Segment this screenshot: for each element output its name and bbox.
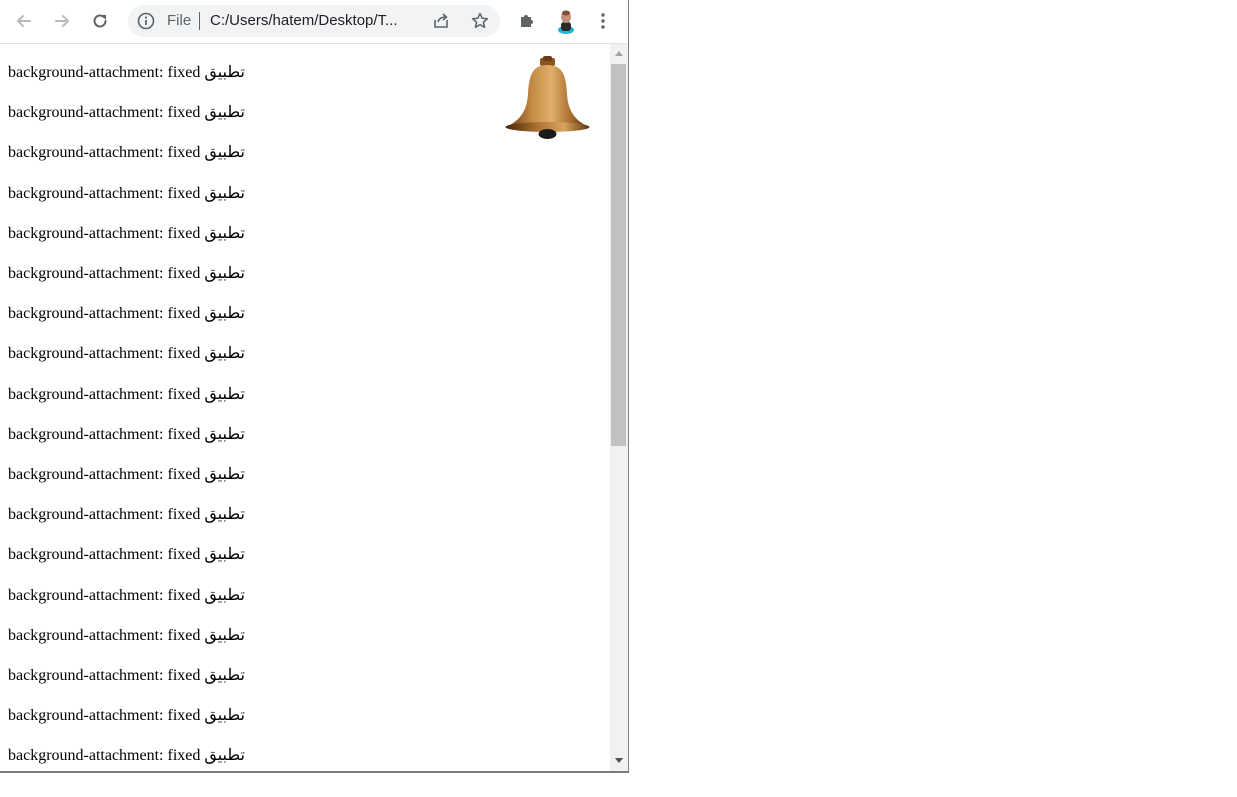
address-bar[interactable]: File C:/Users/hatem/Desktop/T... [128, 5, 500, 37]
arabic-text: تطبيق [204, 626, 245, 644]
text-line: background-attachment: fixed تطبيق [8, 425, 245, 445]
vertical-scrollbar[interactable] [610, 44, 628, 771]
page-content: background-attachment: fixed تطبيق backgr… [0, 44, 610, 771]
text-line: background-attachment: fixed تطبيق [8, 586, 245, 606]
reload-icon [93, 14, 107, 28]
code-text: background-attachment: fixed [8, 747, 201, 765]
omnibox-separator [199, 12, 200, 30]
code-text: background-attachment: fixed [8, 466, 201, 483]
arabic-text: تطبيق [204, 345, 245, 363]
scroll-down-arrow-icon[interactable] [615, 758, 623, 763]
code-text: background-attachment: fixed [8, 345, 201, 363]
info-icon[interactable] [137, 12, 155, 30]
code-text: background-attachment: fixed [8, 144, 201, 162]
arabic-text: تطبيق [204, 265, 245, 282]
code-text: background-attachment: fixed [8, 546, 201, 564]
code-text: background-attachment: fixed [8, 586, 201, 604]
arabic-text: تطبيق [204, 425, 245, 443]
arabic-text: تطبيق [204, 385, 245, 403]
arabic-text: تطبيق [204, 305, 245, 323]
browser-window: File C:/Users/hatem/Desktop/T... backgro… [0, 0, 629, 773]
code-text: background-attachment: fixed [8, 707, 201, 725]
reload-button[interactable] [86, 7, 114, 35]
extensions-button[interactable] [513, 7, 541, 35]
scrollbar-thumb[interactable] [611, 64, 626, 446]
puzzle-icon [521, 15, 533, 27]
text-line: background-attachment: fixed تطبيق [8, 626, 245, 646]
text-line: background-attachment: fixed تطبيق [8, 666, 245, 686]
text-line: background-attachment: fixed تطبيق [8, 465, 245, 485]
arabic-text: تطبيق [204, 546, 245, 564]
code-text: background-attachment: fixed [8, 385, 201, 403]
code-text: background-attachment: fixed [8, 104, 201, 122]
code-text: background-attachment: fixed [8, 626, 201, 644]
arabic-text: تطبيق [204, 466, 245, 483]
code-text: background-attachment: fixed [8, 425, 201, 443]
code-text: background-attachment: fixed [8, 184, 201, 202]
arabic-text: تطبيق [204, 64, 245, 81]
arabic-text: تطبيق [204, 747, 245, 765]
arabic-text: تطبيق [204, 224, 245, 242]
browser-toolbar: File C:/Users/hatem/Desktop/T... [0, 0, 628, 44]
vertical-dots-icon [601, 13, 605, 29]
arrow-right-icon [55, 15, 69, 27]
text-line: background-attachment: fixed تطبيق [8, 304, 245, 324]
code-text: background-attachment: fixed [8, 265, 201, 282]
back-button[interactable] [10, 7, 38, 35]
text-line: background-attachment: fixed تطبيق [8, 505, 245, 525]
url-text[interactable]: C:/Users/hatem/Desktop/T... [210, 12, 398, 30]
code-text: background-attachment: fixed [8, 667, 201, 684]
arabic-text: تطبيق [204, 707, 245, 725]
arabic-text: تطبيق [204, 144, 245, 162]
arabic-text: تطبيق [204, 506, 245, 524]
forward-button[interactable] [48, 7, 76, 35]
text-line: background-attachment: fixed تطبيق [8, 344, 245, 364]
arabic-text: تطبيق [204, 586, 245, 604]
share-icon[interactable] [431, 11, 451, 31]
text-line: background-attachment: fixed تطبيق [8, 746, 245, 766]
arabic-text: تطبيق [204, 104, 245, 122]
code-text: background-attachment: fixed [8, 506, 201, 524]
text-line: background-attachment: fixed تطبيق [8, 184, 245, 204]
star-icon[interactable] [470, 11, 490, 31]
text-line: background-attachment: fixed تطبيق [8, 63, 245, 83]
arabic-text: تطبيق [204, 184, 245, 202]
text-line: background-attachment: fixed تطبيق [8, 545, 245, 565]
profile-button[interactable] [552, 7, 580, 35]
scheme-label: File [167, 12, 192, 29]
avatar-icon [558, 10, 574, 34]
text-line: background-attachment: fixed تطبيق [8, 103, 245, 123]
code-text: background-attachment: fixed [8, 305, 201, 323]
code-text: background-attachment: fixed [8, 64, 201, 81]
text-line: background-attachment: fixed تطبيق [8, 385, 245, 405]
text-line: background-attachment: fixed تطبيق [8, 143, 245, 163]
text-line: background-attachment: fixed تطبيق [8, 706, 245, 726]
bell-image [505, 56, 590, 139]
arabic-text: تطبيق [204, 667, 245, 684]
scroll-up-arrow-icon[interactable] [615, 51, 623, 56]
arrow-left-icon [17, 15, 31, 27]
text-line: background-attachment: fixed تطبيق [8, 264, 245, 284]
text-line: background-attachment: fixed تطبيق [8, 224, 245, 244]
menu-button[interactable] [589, 7, 617, 35]
code-text: background-attachment: fixed [8, 224, 201, 242]
